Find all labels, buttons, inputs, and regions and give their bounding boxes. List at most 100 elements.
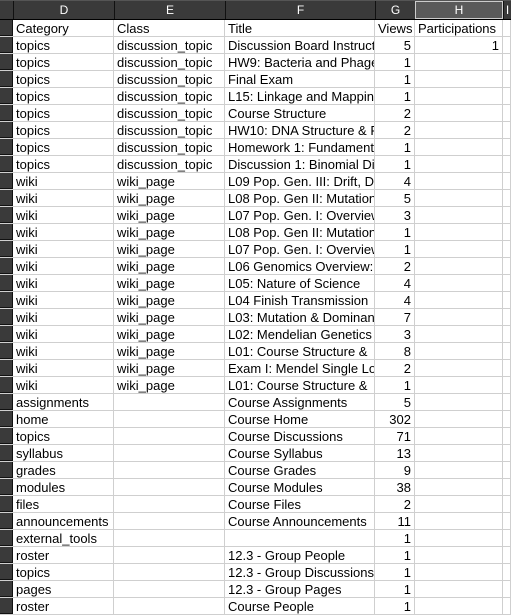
- cell-participations[interactable]: [415, 224, 503, 240]
- cell-views[interactable]: 1: [375, 88, 415, 104]
- cell-category[interactable]: topics: [13, 156, 114, 172]
- cell-I[interactable]: [503, 309, 511, 325]
- cell-I[interactable]: [503, 173, 511, 189]
- cell-views[interactable]: 2: [375, 360, 415, 376]
- cell-I[interactable]: [503, 258, 511, 274]
- row-header[interactable]: [0, 54, 13, 70]
- cell-views[interactable]: 71: [375, 428, 415, 444]
- cell-class[interactable]: wiki_page: [114, 326, 225, 342]
- col-header-G[interactable]: G: [375, 1, 415, 19]
- cell-category[interactable]: topics: [13, 564, 114, 580]
- cell-title[interactable]: 12.3 - Group Pages: [225, 581, 375, 597]
- cell-I[interactable]: [503, 54, 511, 70]
- cell-views[interactable]: 8: [375, 343, 415, 359]
- cell-I[interactable]: [503, 122, 511, 138]
- cell-class[interactable]: [114, 547, 225, 563]
- cell-participations[interactable]: [415, 156, 503, 172]
- cell-views[interactable]: 11: [375, 513, 415, 529]
- cell-title[interactable]: 12.3 - Group People: [225, 547, 375, 563]
- col-header-D[interactable]: D: [13, 1, 114, 19]
- cell-title[interactable]: Course Assignments: [225, 394, 375, 410]
- col-header-I[interactable]: I: [503, 1, 511, 19]
- cell-class[interactable]: [114, 581, 225, 597]
- cell-views[interactable]: 5: [375, 190, 415, 206]
- cell-I[interactable]: [503, 88, 511, 104]
- row-header[interactable]: [0, 139, 13, 155]
- cell-participations[interactable]: 1: [415, 37, 503, 53]
- cell-class[interactable]: wiki_page: [114, 275, 225, 291]
- row-header[interactable]: [0, 326, 13, 342]
- cell-views[interactable]: 4: [375, 275, 415, 291]
- row-header[interactable]: [0, 224, 13, 240]
- cell-I[interactable]: [503, 105, 511, 121]
- cell-class[interactable]: wiki_page: [114, 377, 225, 393]
- cell-participations[interactable]: [415, 309, 503, 325]
- cell-I[interactable]: [503, 343, 511, 359]
- cell-category[interactable]: roster: [13, 598, 114, 614]
- cell-title[interactable]: L08 Pop. Gen II: Mutation: [225, 224, 375, 240]
- cell-participations[interactable]: [415, 360, 503, 376]
- cell-class[interactable]: [114, 394, 225, 410]
- cell-category[interactable]: topics: [13, 105, 114, 121]
- row-header[interactable]: [0, 173, 13, 189]
- cell-category[interactable]: pages: [13, 581, 114, 597]
- cell-category[interactable]: announcements: [13, 513, 114, 529]
- cell-class[interactable]: wiki_page: [114, 258, 225, 274]
- cell-title[interactable]: L02: Mendelian Genetics: [225, 326, 375, 342]
- cell-class[interactable]: [114, 428, 225, 444]
- cell-category[interactable]: assignments: [13, 394, 114, 410]
- cell-title[interactable]: L07 Pop. Gen. I: Overview: [225, 241, 375, 257]
- cell-title[interactable]: Course Structure: [225, 105, 375, 121]
- col-header-E[interactable]: E: [114, 1, 225, 19]
- cell-participations[interactable]: [415, 139, 503, 155]
- cell-title[interactable]: 12.3 - Group Discussions: [225, 564, 375, 580]
- cell-views[interactable]: 1: [375, 54, 415, 70]
- row-header[interactable]: [0, 547, 13, 563]
- cell-I[interactable]: [503, 207, 511, 223]
- cell-participations[interactable]: [415, 377, 503, 393]
- cell-title[interactable]: [225, 530, 375, 546]
- cell-I[interactable]: [503, 496, 511, 512]
- cell-class[interactable]: wiki_page: [114, 292, 225, 308]
- row-header[interactable]: [0, 564, 13, 580]
- cell-I[interactable]: [503, 479, 511, 495]
- cell-class[interactable]: discussion_topic: [114, 37, 225, 53]
- row-header[interactable]: [0, 428, 13, 444]
- cell-title[interactable]: Final Exam: [225, 71, 375, 87]
- cell-class[interactable]: discussion_topic: [114, 54, 225, 70]
- cell-participations[interactable]: [415, 411, 503, 427]
- cell-participations[interactable]: [415, 581, 503, 597]
- header-I[interactable]: [503, 20, 511, 36]
- cell-participations[interactable]: [415, 343, 503, 359]
- cell-title[interactable]: L07 Pop. Gen. I: Overview: [225, 207, 375, 223]
- cell-class[interactable]: wiki_page: [114, 360, 225, 376]
- cell-class[interactable]: [114, 530, 225, 546]
- cell-class[interactable]: discussion_topic: [114, 88, 225, 104]
- cell-category[interactable]: wiki: [13, 326, 114, 342]
- cell-participations[interactable]: [415, 394, 503, 410]
- cell-participations[interactable]: [415, 258, 503, 274]
- col-header-F[interactable]: F: [225, 1, 375, 19]
- row-header[interactable]: [0, 411, 13, 427]
- cell-views[interactable]: 302: [375, 411, 415, 427]
- cell-class[interactable]: discussion_topic: [114, 122, 225, 138]
- cell-I[interactable]: [503, 71, 511, 87]
- cell-title[interactable]: L09 Pop. Gen. III: Drift, Diversity: [225, 173, 375, 189]
- cell-I[interactable]: [503, 139, 511, 155]
- spreadsheet-grid[interactable]: D E F G H I Category Class Title Views P…: [0, 0, 511, 615]
- row-header[interactable]: [0, 581, 13, 597]
- cell-views[interactable]: 4: [375, 292, 415, 308]
- row-header[interactable]: [0, 394, 13, 410]
- cell-participations[interactable]: [415, 241, 503, 257]
- cell-participations[interactable]: [415, 173, 503, 189]
- cell-views[interactable]: 1: [375, 241, 415, 257]
- cell-class[interactable]: wiki_page: [114, 173, 225, 189]
- cell-I[interactable]: [503, 564, 511, 580]
- cell-views[interactable]: 1: [375, 547, 415, 563]
- row-header[interactable]: [0, 241, 13, 257]
- cell-category[interactable]: roster: [13, 547, 114, 563]
- cell-title[interactable]: Course People: [225, 598, 375, 614]
- cell-title[interactable]: Homework 1: Fundamentals: [225, 139, 375, 155]
- cell-category[interactable]: topics: [13, 139, 114, 155]
- cell-participations[interactable]: [415, 105, 503, 121]
